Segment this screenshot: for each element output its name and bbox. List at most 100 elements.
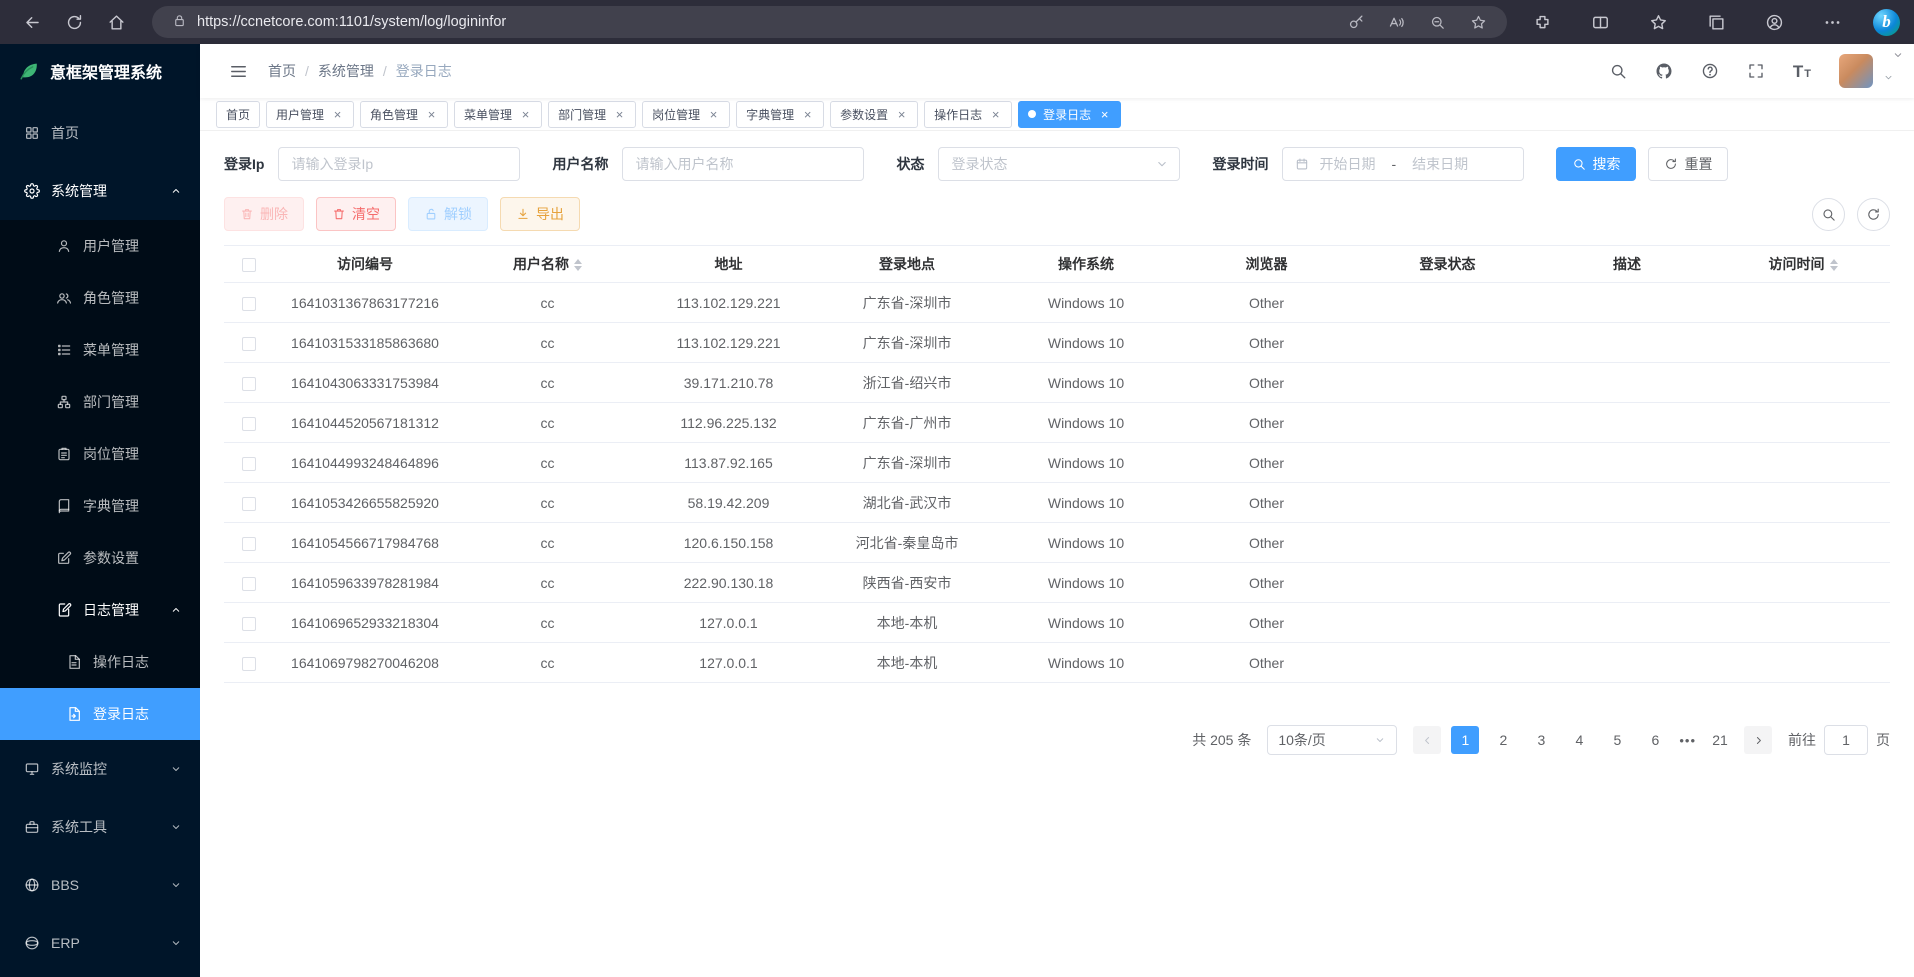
page-button-2[interactable]: 2 <box>1489 726 1517 754</box>
sidebar-item-user-mgmt[interactable]: 用户管理 <box>0 220 200 272</box>
extensions-button[interactable] <box>1525 13 1559 32</box>
sidebar-collapse-button[interactable] <box>220 53 256 89</box>
login-ip-input[interactable] <box>278 147 520 181</box>
status-select[interactable]: 登录状态 <box>938 147 1180 181</box>
sidebar-item-dict-mgmt[interactable]: 字典管理 <box>0 480 200 532</box>
sort-icon[interactable] <box>574 259 582 271</box>
sidebar-item-bbs[interactable]: BBS <box>0 856 200 914</box>
table-search-toggle-button[interactable] <box>1812 198 1845 231</box>
tab-close-icon[interactable]: × <box>895 108 908 121</box>
page-button-1[interactable]: 1 <box>1451 726 1479 754</box>
date-range-picker[interactable]: 开始日期 - 结束日期 <box>1282 147 1524 181</box>
sort-icon[interactable] <box>1830 259 1838 271</box>
page-button-last[interactable]: 21 <box>1706 726 1734 754</box>
row-checkbox[interactable] <box>242 297 256 311</box>
next-page-button[interactable] <box>1744 726 1772 754</box>
breadcrumb-system-mgmt[interactable]: 系统管理 <box>318 61 374 81</box>
page-button-3[interactable]: 3 <box>1527 726 1555 754</box>
sidebar-item-operation-log[interactable]: 操作日志 <box>0 636 200 688</box>
sidebar-item-system-tools[interactable]: 系统工具 <box>0 798 200 856</box>
sidebar-item-login-log[interactable]: 登录日志 <box>0 688 200 740</box>
sidebar-item-menu-mgmt[interactable]: 菜单管理 <box>0 324 200 376</box>
tab-close-icon[interactable]: × <box>425 108 438 121</box>
tab-close-icon[interactable]: × <box>1098 108 1111 121</box>
more-pages-button[interactable]: ••• <box>1679 733 1696 748</box>
row-checkbox[interactable] <box>242 417 256 431</box>
sidebar-item-dept-mgmt[interactable]: 部门管理 <box>0 376 200 428</box>
tab-menu-mgmt[interactable]: 菜单管理× <box>454 101 542 128</box>
clear-button[interactable]: 清空 <box>316 197 396 231</box>
sidebar-item-post-mgmt[interactable]: 岗位管理 <box>0 428 200 480</box>
tab-close-icon[interactable]: × <box>331 108 344 121</box>
font-size-button[interactable]: TT <box>1793 63 1811 80</box>
sidebar-item-erp[interactable]: ERP <box>0 914 200 972</box>
tab-dict-mgmt[interactable]: 字典管理× <box>736 101 824 128</box>
user-avatar[interactable] <box>1839 54 1873 88</box>
row-checkbox[interactable] <box>242 457 256 471</box>
split-screen-button[interactable] <box>1583 13 1617 32</box>
reset-button[interactable]: 重置 <box>1648 147 1728 181</box>
goto-page-input[interactable] <box>1824 725 1868 755</box>
col-visit-time[interactable]: 访问时间 <box>1716 246 1890 283</box>
tab-home[interactable]: 首页 <box>216 101 260 128</box>
sidebar-item-yi-framework[interactable]: Yi框架 <box>0 972 200 977</box>
tab-post-mgmt[interactable]: 岗位管理× <box>642 101 730 128</box>
page-button-6[interactable]: 6 <box>1641 726 1669 754</box>
header-search-button[interactable] <box>1609 62 1627 80</box>
page-button-4[interactable]: 4 <box>1565 726 1593 754</box>
prev-page-button[interactable] <box>1413 726 1441 754</box>
favorite-star-icon[interactable] <box>1470 14 1487 31</box>
tab-close-icon[interactable]: × <box>707 108 720 121</box>
favorites-button[interactable] <box>1641 13 1675 32</box>
tab-close-icon[interactable]: × <box>519 108 532 121</box>
password-key-icon[interactable] <box>1347 14 1364 31</box>
select-all-checkbox[interactable] <box>242 258 256 272</box>
export-button[interactable]: 导出 <box>500 197 580 231</box>
tab-dept-mgmt[interactable]: 部门管理× <box>548 101 636 128</box>
page-button-5[interactable]: 5 <box>1603 726 1631 754</box>
read-aloud-icon[interactable] <box>1388 14 1405 31</box>
collections-button[interactable] <box>1699 13 1733 32</box>
sidebar-item-system-mgmt[interactable]: 系统管理 <box>0 162 200 220</box>
app-logo[interactable]: 意框架管理系统 <box>0 44 200 98</box>
browser-profile-button[interactable] <box>1757 13 1791 32</box>
user-name-input[interactable] <box>622 147 864 181</box>
unlock-button[interactable]: 解锁 <box>408 197 488 231</box>
row-checkbox[interactable] <box>242 337 256 351</box>
help-button[interactable] <box>1701 62 1719 80</box>
breadcrumb-home[interactable]: 首页 <box>268 61 296 81</box>
tab-close-icon[interactable]: × <box>801 108 814 121</box>
zoom-out-icon[interactable] <box>1429 14 1446 31</box>
tab-login-log[interactable]: 登录日志× <box>1018 101 1121 128</box>
search-button[interactable]: 搜索 <box>1556 147 1636 181</box>
bing-copilot-icon[interactable]: b <box>1873 9 1900 36</box>
sidebar-item-home[interactable]: 首页 <box>0 104 200 162</box>
tab-role-mgmt[interactable]: 角色管理× <box>360 101 448 128</box>
fullscreen-button[interactable] <box>1747 62 1765 80</box>
tab-close-icon[interactable]: × <box>613 108 626 121</box>
sidebar-item-role-mgmt[interactable]: 角色管理 <box>0 272 200 324</box>
delete-button[interactable]: 删除 <box>224 197 304 231</box>
github-link-button[interactable] <box>1655 62 1673 80</box>
edge-sidebar-caret-icon[interactable] <box>1892 48 1904 64</box>
sidebar-item-log-mgmt[interactable]: 日志管理 <box>0 584 200 636</box>
tab-user-mgmt[interactable]: 用户管理× <box>266 101 354 128</box>
browser-back-button[interactable] <box>14 5 50 39</box>
sidebar-item-system-monitor[interactable]: 系统监控 <box>0 740 200 798</box>
address-bar[interactable]: https://ccnetcore.com:1101/system/log/lo… <box>152 6 1507 38</box>
row-checkbox[interactable] <box>242 497 256 511</box>
row-checkbox[interactable] <box>242 657 256 671</box>
sidebar-item-param-settings[interactable]: 参数设置 <box>0 532 200 584</box>
row-checkbox[interactable] <box>242 537 256 551</box>
page-size-select[interactable]: 10条/页 <box>1267 725 1397 755</box>
tab-param-settings[interactable]: 参数设置× <box>830 101 918 128</box>
tab-operation-log[interactable]: 操作日志× <box>924 101 1012 128</box>
col-user-name[interactable]: 用户名称 <box>456 246 639 283</box>
row-checkbox[interactable] <box>242 617 256 631</box>
browser-refresh-button[interactable] <box>56 5 92 39</box>
tab-close-icon[interactable]: × <box>989 108 1002 121</box>
browser-home-button[interactable] <box>98 5 134 39</box>
row-checkbox[interactable] <box>242 577 256 591</box>
row-checkbox[interactable] <box>242 377 256 391</box>
table-refresh-button[interactable] <box>1857 198 1890 231</box>
